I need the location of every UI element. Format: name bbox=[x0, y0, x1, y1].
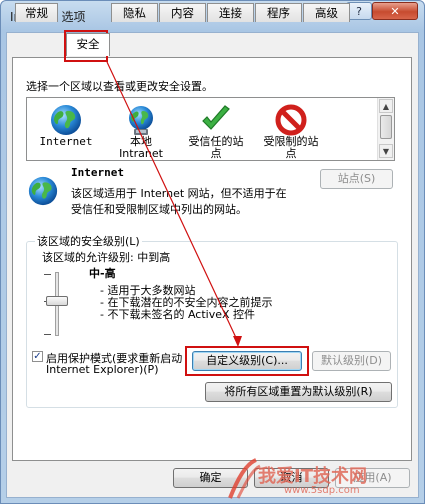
annotation-arrow bbox=[106, 61, 242, 347]
tab-security[interactable]: 安全 bbox=[66, 33, 110, 56]
watermark: 我爱IT技术网 www.5sdp.com bbox=[228, 458, 418, 500]
watermark-url: www.5sdp.com bbox=[284, 485, 360, 496]
